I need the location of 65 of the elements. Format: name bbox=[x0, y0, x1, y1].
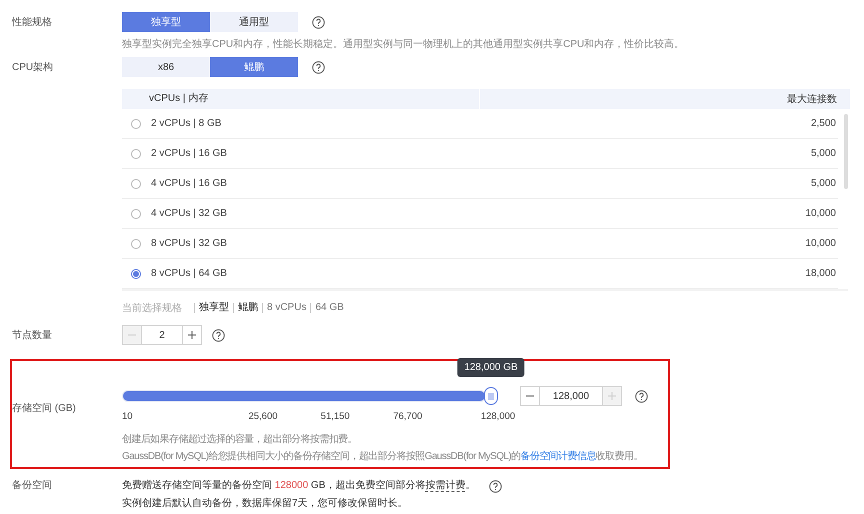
radio-button[interactable] bbox=[131, 118, 141, 128]
hint-text: 创建后如果存储超过选择的容量，超出部分将按需扣费。 bbox=[122, 432, 358, 447]
field-label: 备份空间 bbox=[12, 478, 53, 493]
help-icon[interactable] bbox=[312, 16, 325, 28]
number-input[interactable]: 128,000 bbox=[540, 386, 602, 406]
column-header: 最大连接数 bbox=[786, 92, 838, 106]
radio-button[interactable] bbox=[131, 268, 141, 278]
table-cell: 10,000 bbox=[805, 238, 836, 249]
table-cell: 2 vCPUs | 8 GB bbox=[151, 118, 222, 129]
spec-value: 鲲鹏 bbox=[233, 303, 262, 313]
tick-label: 51,150 bbox=[320, 411, 350, 422]
pricing-link[interactable]: 按需计费 bbox=[425, 480, 466, 492]
table-cell: 5,000 bbox=[810, 178, 836, 189]
help-icon[interactable] bbox=[312, 60, 325, 74]
table-row[interactable]: 4 vCPUs | 16 GB 5,000 bbox=[122, 169, 838, 199]
table-cell: 18,000 bbox=[805, 268, 836, 279]
tick-label: 128,000 bbox=[480, 411, 516, 422]
info-text: 免费赠送存储空间等量的备份空间 128000 GB，超出免费空间部分将按需计费。 bbox=[122, 478, 476, 494]
help-icon[interactable] bbox=[635, 390, 648, 402]
tick-label: 76,700 bbox=[393, 411, 422, 422]
plus-icon bbox=[187, 330, 197, 340]
spec-value: 8 vCPUs bbox=[262, 303, 310, 313]
decrement-button[interactable] bbox=[520, 386, 540, 406]
scrollbar[interactable] bbox=[844, 114, 848, 189]
field-label: 性能规格 bbox=[12, 16, 53, 29]
option-tab[interactable]: 鲲鹏 bbox=[210, 57, 298, 77]
table-cell: 8 vCPUs | 64 GB bbox=[151, 268, 227, 279]
table-cell: 4 vCPUs | 32 GB bbox=[151, 208, 227, 219]
plus-icon bbox=[607, 391, 617, 401]
option-tab[interactable]: x86 bbox=[122, 57, 210, 77]
table-cell: 8 vCPUs | 32 GB bbox=[151, 238, 227, 249]
info-text: 实例创建后默认自动备份，数据库保留7天，您可修改保留时长。 bbox=[122, 496, 408, 511]
table-cell: 2 vCPUs | 16 GB bbox=[151, 148, 227, 159]
tick-label: 10 bbox=[122, 411, 133, 422]
spec-value: 独享型 bbox=[194, 303, 233, 313]
radio-button[interactable] bbox=[131, 238, 141, 248]
table-row[interactable]: 4 vCPUs | 32 GB 10,000 bbox=[122, 199, 838, 229]
field-label: CPU架构 bbox=[12, 60, 54, 74]
option-tab[interactable]: 通用型 bbox=[210, 12, 298, 32]
description-text: 独享型实例完全独享CPU和内存，性能长期稳定。通用型实例与同一物理机上的其他通用型实例共享CPU和内存，性价比较高。 bbox=[122, 38, 686, 52]
current-spec-label: 当前选择规格 bbox=[122, 302, 182, 315]
help-icon[interactable] bbox=[489, 480, 502, 492]
radio-button[interactable] bbox=[131, 208, 141, 218]
billing-link[interactable]: 备份空间计费信息 bbox=[520, 451, 596, 462]
table-cell: 10,000 bbox=[805, 208, 836, 219]
table-cell: 5,000 bbox=[810, 148, 836, 159]
tick-label: 25,600 bbox=[248, 411, 278, 422]
field-label: 节点数量 bbox=[12, 328, 53, 342]
grip-icon bbox=[488, 392, 494, 400]
table-row[interactable]: 2 vCPUs | 16 GB 5,000 bbox=[122, 139, 838, 169]
help-icon[interactable] bbox=[212, 328, 225, 342]
radio-button[interactable] bbox=[131, 178, 141, 188]
table-cell: 2,500 bbox=[810, 118, 836, 129]
option-tab[interactable]: 独享型 bbox=[122, 12, 210, 32]
radio-button[interactable] bbox=[131, 148, 141, 158]
table-row[interactable]: 2 vCPUs | 8 GB 2,500 bbox=[122, 109, 838, 139]
table-row[interactable]: 8 vCPUs | 32 GB 10,000 bbox=[122, 229, 838, 259]
increment-button[interactable] bbox=[182, 325, 202, 345]
hint-text: GaussDB(for MySQL)给您提供相同大小的备份存储空间，超出部分将按照GaussDB(for MySQL)的备份空间计费信息收取费用。 bbox=[122, 450, 643, 464]
column-header: vCPUs | 内存 bbox=[122, 89, 480, 109]
number-input[interactable]: 2 bbox=[142, 325, 182, 345]
table-cell: 4 vCPUs | 16 GB bbox=[151, 178, 227, 189]
spec-value: 64 GB bbox=[310, 303, 348, 313]
field-label: 存储空间 (GB) bbox=[12, 402, 77, 416]
value-tooltip: 128,000 GB bbox=[457, 358, 525, 377]
